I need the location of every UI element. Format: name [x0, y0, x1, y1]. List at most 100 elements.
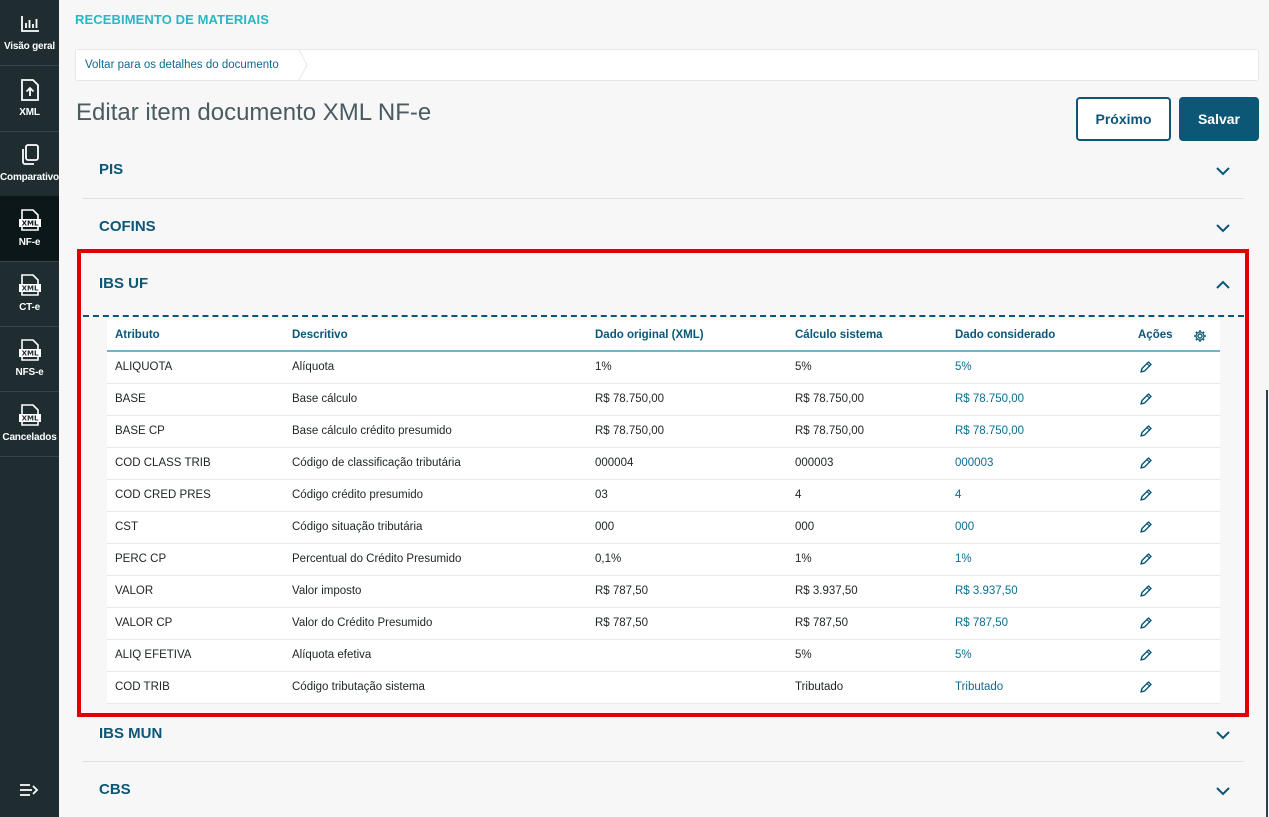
sidebar-item-label: Comparativo	[0, 172, 59, 183]
cell-calculo: 4	[795, 489, 802, 501]
sidebar-item-xml[interactable]: XML	[0, 66, 59, 131]
edit-pencil-icon[interactable]	[1139, 616, 1153, 630]
cell-descritivo: Código de classificação tributária	[292, 457, 461, 469]
table-row: BASE CP Base cálculo crédito presumido R$ …	[107, 416, 1220, 448]
cell-original: R$ 78.750,00	[595, 393, 665, 405]
cell-atributo: PERC CP	[115, 553, 167, 565]
cell-original: 1%	[595, 361, 612, 373]
edit-pencil-icon[interactable]	[1139, 648, 1153, 662]
sidebar-item-label: Visão geral	[4, 41, 55, 52]
cell-calculo: Tributado	[795, 681, 844, 693]
column-header-descritivo[interactable]: Descritivo	[292, 329, 348, 341]
chevron-down-icon	[1216, 787, 1230, 796]
table-row: CST Código situação tributária 000 000 000	[107, 512, 1220, 544]
cell-original: 0,1%	[595, 553, 622, 565]
sidebar-item-cancelados[interactable]: XML Cancelados	[0, 391, 59, 456]
chevron-down-icon	[1216, 224, 1230, 233]
cell-atributo: VALOR	[115, 585, 154, 597]
accordion-pis[interactable]: PIS	[83, 142, 1244, 198]
cell-atributo: COD CRED PRES	[115, 489, 211, 501]
module-title: RECEBIMENTO DE MATERIAIS	[75, 12, 270, 27]
cell-atributo: ALIQ EFETIVA	[115, 649, 192, 661]
sidebar-item-comparativo[interactable]: Comparativo	[0, 131, 59, 196]
table-row: BASE Base cálculo R$ 78.750,00 R$ 78.750,00…	[107, 384, 1220, 416]
bar-chart-icon	[18, 12, 42, 36]
cell-descritivo: Código tributação sistema	[292, 681, 425, 693]
accordion-ibs-uf[interactable]: IBS UF	[83, 256, 1244, 312]
sidebar-item-nfe[interactable]: XML NF-e	[0, 196, 59, 261]
cell-considerado: 1%	[955, 553, 972, 565]
table-row: COD TRIB Código tributação sistema Tributa…	[107, 672, 1220, 704]
breadcrumb-separator-icon	[298, 50, 308, 80]
accordion-title: IBS UF	[99, 275, 149, 292]
edit-pencil-icon[interactable]	[1139, 552, 1153, 566]
table-row: COD CRED PRES Código crédito presumido 03 4…	[107, 480, 1220, 512]
cell-calculo: R$ 78.750,00	[795, 425, 865, 437]
column-header-atributo[interactable]: Atributo	[115, 329, 160, 341]
accordion-title: COFINS	[99, 218, 156, 235]
cell-original: 000	[595, 521, 615, 533]
sidebar-item-label: CT-e	[19, 302, 40, 313]
sidebar-item-cte[interactable]: XML CT-e	[0, 261, 59, 326]
cell-atributo: VALOR CP	[115, 617, 173, 629]
edit-pencil-icon[interactable]	[1139, 360, 1153, 374]
accordion-ibs-mun[interactable]: IBS MUN	[83, 706, 1244, 762]
edit-pencil-icon[interactable]	[1139, 456, 1153, 470]
cell-original: R$ 787,50	[595, 617, 649, 629]
file-upload-icon	[18, 78, 42, 102]
xml-file-icon: XML	[18, 338, 42, 362]
cell-original: R$ 78.750,00	[595, 425, 665, 437]
sidebar-item-visao-geral[interactable]: Visão geral	[0, 0, 59, 65]
cell-calculo: R$ 3.937,50	[795, 585, 858, 597]
breadcrumb-back-link[interactable]: Voltar para os detalhes do documento	[85, 59, 279, 71]
sidebar-item-label: NFS-e	[15, 367, 44, 378]
column-header-original[interactable]: Dado original (XML)	[595, 329, 704, 341]
cell-descritivo: Alíquota	[292, 361, 335, 373]
cell-calculo: 000	[795, 521, 815, 533]
cell-descritivo: Base cálculo	[292, 393, 358, 405]
accordion-title: IBS MUN	[99, 725, 163, 742]
cell-atributo: COD CLASS TRIB	[115, 457, 211, 469]
next-button[interactable]: Próximo	[1076, 97, 1171, 141]
table-header: Atributo Descritivo Dado original (XML) …	[107, 320, 1220, 352]
xml-file-icon: XML	[18, 273, 42, 297]
table-row: COD CLASS TRIB Código de classificação tr…	[107, 448, 1220, 480]
sidebar-item-label: NF-e	[18, 237, 41, 248]
table-row: PERC CP Percentual do Crédito Presumido 0,…	[107, 544, 1220, 576]
collapse-menu-icon[interactable]	[17, 778, 41, 802]
sidebar-item-nfse[interactable]: XML NFS-e	[0, 326, 59, 391]
cell-atributo: ALIQUOTA	[115, 361, 173, 373]
accordion-title: CBS	[99, 781, 131, 798]
svg-text:XML: XML	[21, 350, 38, 358]
cell-considerado: Tributado	[955, 681, 1004, 693]
ibs-uf-table: Atributo Descritivo Dado original (XML) …	[107, 320, 1220, 704]
cell-descritivo: Percentual do Crédito Presumido	[292, 553, 462, 565]
cell-descritivo: Valor do Crédito Presumido	[292, 617, 433, 629]
edit-pencil-icon[interactable]	[1139, 488, 1153, 502]
cell-considerado: R$ 787,50	[955, 617, 1009, 629]
cell-considerado: R$ 78.750,00	[955, 393, 1025, 405]
cell-descritivo: Código situação tributária	[292, 521, 423, 533]
cell-atributo: BASE CP	[115, 425, 165, 437]
edit-pencil-icon[interactable]	[1139, 424, 1153, 438]
column-header-calculo[interactable]: Cálculo sistema	[795, 329, 883, 341]
edit-pencil-icon[interactable]	[1139, 392, 1153, 406]
cell-original: 000004	[595, 457, 634, 469]
gear-icon[interactable]	[1193, 329, 1207, 343]
cell-calculo: R$ 78.750,00	[795, 393, 865, 405]
cell-calculo: 5%	[795, 361, 812, 373]
xml-file-icon: XML	[18, 208, 42, 232]
scrollbar[interactable]	[1266, 390, 1268, 817]
cell-calculo: 5%	[795, 649, 812, 661]
accordion-cbs[interactable]: CBS	[83, 762, 1244, 817]
accordion-cofins[interactable]: COFINS	[83, 199, 1244, 255]
edit-pencil-icon[interactable]	[1139, 520, 1153, 534]
column-header-considerado[interactable]: Dado considerado	[955, 329, 1055, 341]
cell-calculo: R$ 787,50	[795, 617, 849, 629]
cell-descritivo: Alíquota efetiva	[292, 649, 372, 661]
edit-pencil-icon[interactable]	[1139, 680, 1153, 694]
save-button[interactable]: Salvar	[1179, 97, 1259, 141]
cell-original: 03	[595, 489, 608, 501]
table-row: ALIQ EFETIVA Alíquota efetiva 5% 5%	[107, 640, 1220, 672]
edit-pencil-icon[interactable]	[1139, 584, 1153, 598]
